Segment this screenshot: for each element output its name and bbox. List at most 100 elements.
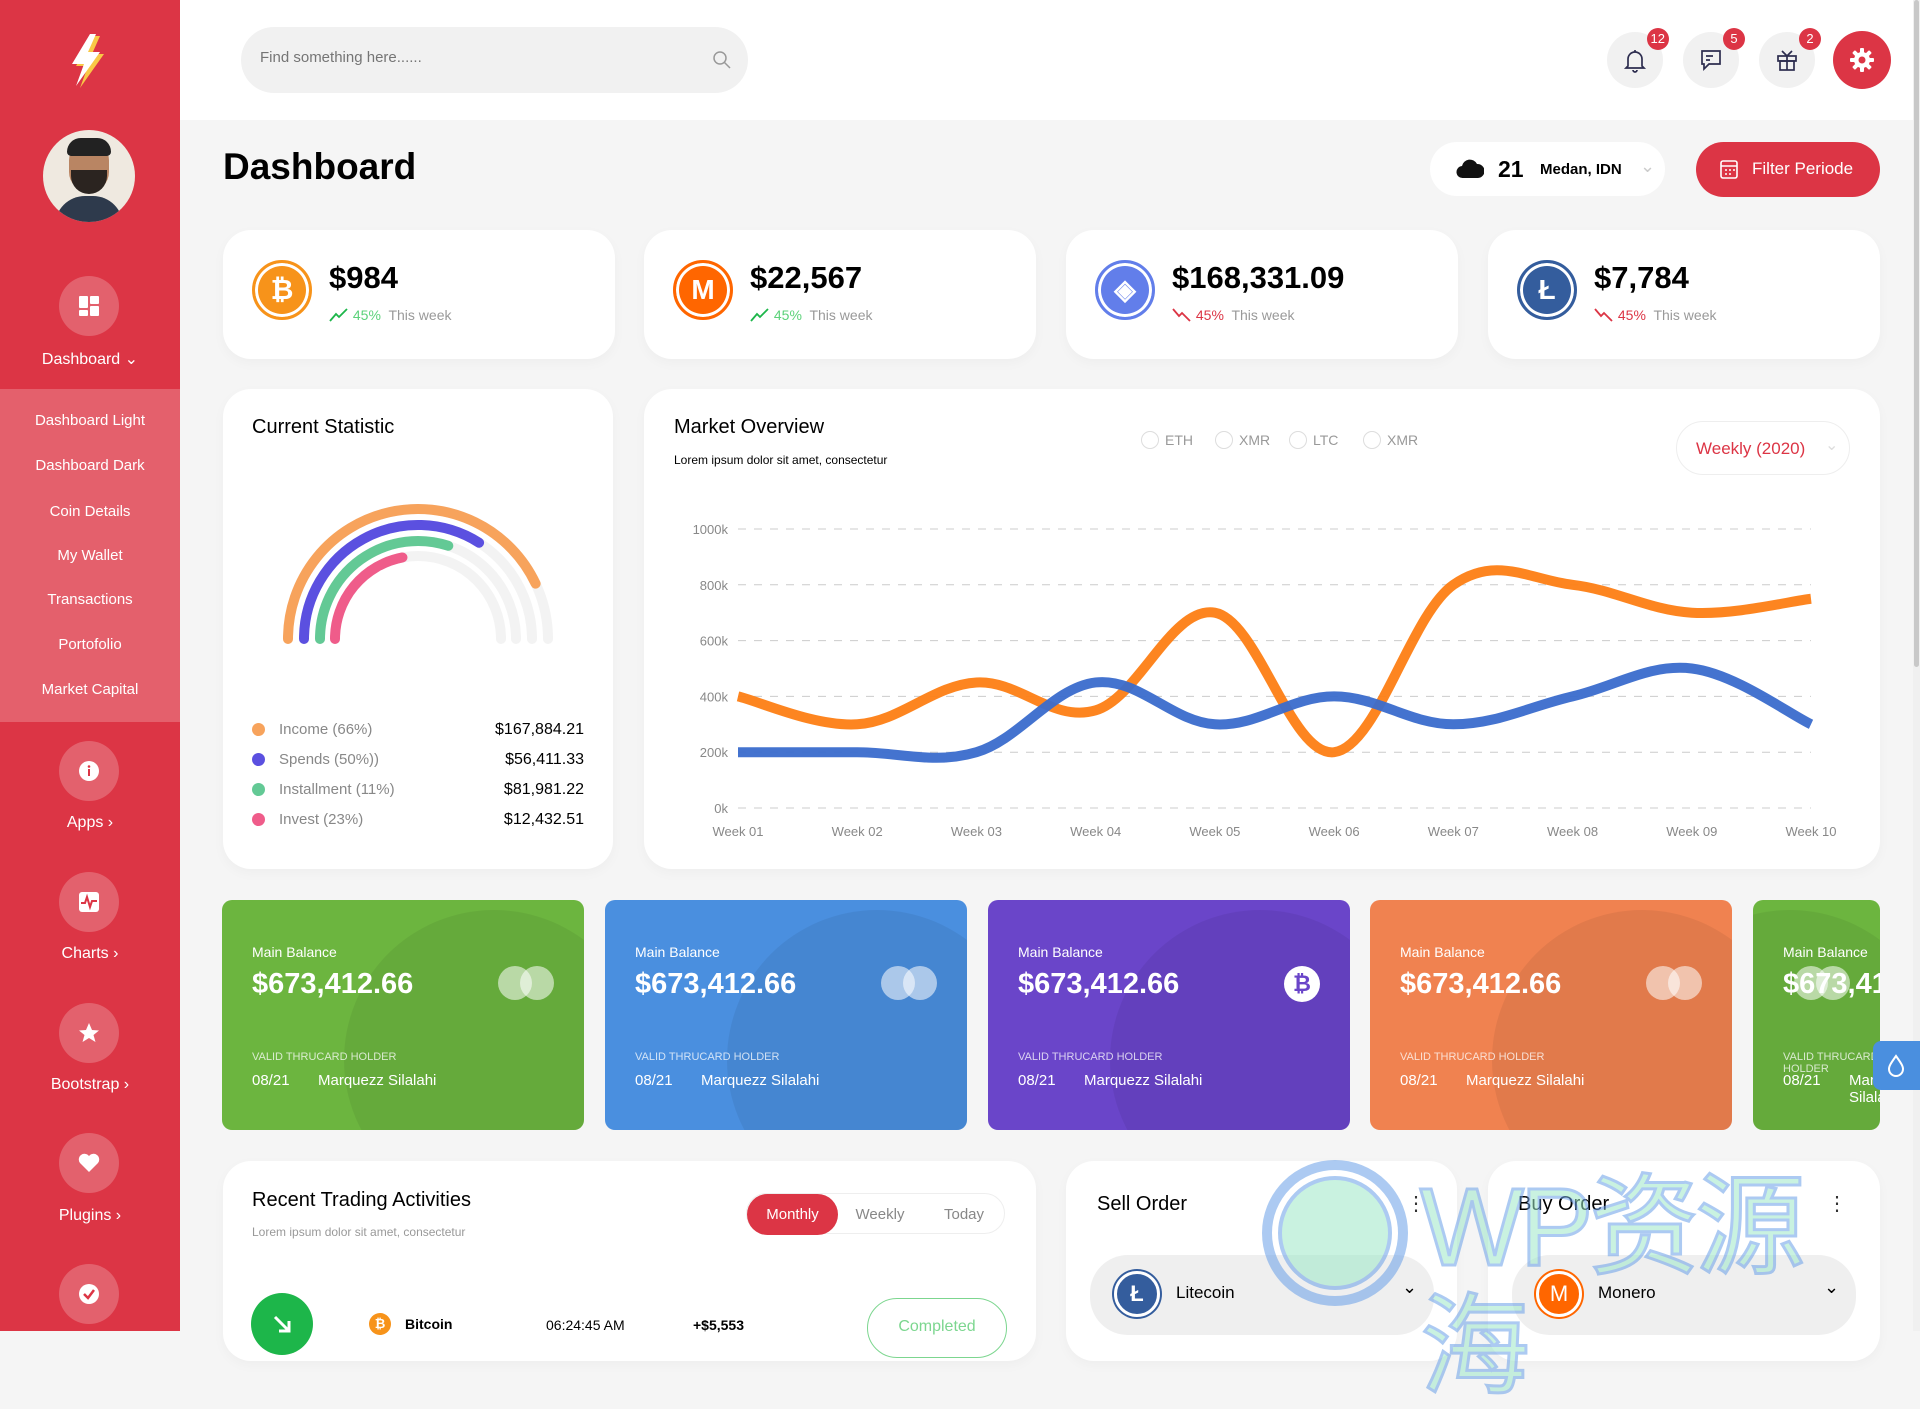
chevron-down-icon: ⌄ <box>1402 1277 1418 1297</box>
balance-card[interactable]: Main Balance$673,412.66VALID THRUCARD HO… <box>988 900 1350 1130</box>
weather-location: Medan, IDN <box>1540 161 1622 178</box>
gauge-track <box>330 551 506 644</box>
stat-amount: $22,567 <box>750 260 863 295</box>
tab-weekly[interactable]: Weekly <box>838 1194 922 1235</box>
card-holder: Marquezz Silalahi <box>1466 1072 1585 1089</box>
balance-label: Main Balance <box>1783 944 1868 960</box>
stat-change: 45% <box>1617 307 1646 323</box>
submenu-portofolio[interactable]: Portofolio <box>0 636 180 653</box>
card-valid: 08/21 <box>635 1072 673 1089</box>
trend-up-icon <box>329 308 348 322</box>
card-brand-icon <box>881 966 937 1000</box>
x-tick-label: Week 03 <box>951 824 1002 839</box>
sidebar-item-dashboard[interactable]: Dashboard ⌄ <box>0 349 180 369</box>
submenu-market-capital[interactable]: Market Capital <box>0 681 180 698</box>
search-input[interactable] <box>260 49 680 66</box>
chevron-right-icon: › <box>107 814 114 831</box>
messages-button[interactable]: 5 <box>1683 28 1745 88</box>
balance-amount: $673,412.66 <box>1400 968 1562 1000</box>
notifications-button[interactable]: 12 <box>1607 28 1669 88</box>
monero-icon: M <box>1536 1271 1582 1317</box>
stat-card[interactable]: ◈ $168,331.09 45% This week <box>1066 230 1458 359</box>
stat-card[interactable]: ₿ $984 45% This week <box>223 230 615 359</box>
y-tick-label: 0k <box>714 801 728 816</box>
monero-icon: M <box>673 260 733 320</box>
cloud-icon <box>1456 159 1484 179</box>
buy-coin-select[interactable]: M Monero ⌄ <box>1512 1255 1856 1335</box>
search-bar <box>241 27 748 93</box>
legend-value: $167,884.21 <box>495 721 584 738</box>
dashboard-icon[interactable] <box>59 276 119 336</box>
balance-card[interactable]: Main Balance$673,412.66VALID THRUCARD HO… <box>1370 900 1732 1130</box>
filter-periode-label: Filter Periode <box>1752 159 1854 178</box>
recent-trading-card: Recent Trading Activities Lorem ipsum do… <box>223 1161 1036 1361</box>
stat-change: 45% <box>773 307 802 323</box>
gifts-button[interactable]: 2 <box>1759 28 1821 88</box>
avatar[interactable] <box>43 130 135 222</box>
y-tick-label: 800k <box>700 578 729 593</box>
sidebar-item-bootstrap[interactable]: Bootstrap › <box>0 1076 180 1094</box>
chevron-right-icon: › <box>113 945 119 962</box>
sell-order-card: Sell Order ⋮ Ł Litecoin ⌄ <box>1066 1161 1457 1361</box>
balance-amount: $673,412.66 <box>252 968 414 1000</box>
stat-period: This week <box>809 307 873 323</box>
sell-arrow-icon <box>251 1293 313 1355</box>
holder-label: VALID THRUCARD HOLDER <box>635 1051 780 1063</box>
settings-button[interactable] <box>1833 31 1891 89</box>
status-completed-button[interactable]: Completed <box>867 1298 1007 1358</box>
chevron-right-icon: › <box>123 1076 130 1093</box>
gear-icon <box>1850 48 1874 72</box>
legend-dot <box>252 783 265 796</box>
submenu-dashboard-light[interactable]: Dashboard Light <box>0 412 180 429</box>
stat-amount: $168,331.09 <box>1172 260 1345 295</box>
submenu-coin-details[interactable]: Coin Details <box>0 503 180 520</box>
bitcoin-icon: ₿ <box>1284 966 1320 1002</box>
tab-today[interactable]: Today <box>922 1194 1006 1235</box>
heart-icon[interactable] <box>59 1133 119 1193</box>
legend-label: Installment (11%) <box>279 781 395 798</box>
legend-label: Spends (50%)) <box>279 751 380 768</box>
more-options-icon[interactable]: ⋮ <box>1827 1191 1847 1216</box>
stat-card[interactable]: Ł $7,784 45% This week <box>1488 230 1880 359</box>
dashboard-submenu: Dashboard Light Dashboard Dark Coin Deta… <box>0 389 180 722</box>
submenu-my-wallet[interactable]: My Wallet <box>0 547 180 564</box>
x-tick-label: Week 04 <box>1070 824 1121 839</box>
submenu-dashboard-dark[interactable]: Dashboard Dark <box>0 457 180 474</box>
filter-periode-button[interactable]: Filter Periode <box>1696 142 1880 197</box>
bitcoin-icon: ₿ <box>369 1313 391 1335</box>
x-tick-label: Week 09 <box>1666 824 1717 839</box>
weather-dropdown[interactable]: 21 Medan, IDN ⌄ <box>1430 142 1665 196</box>
logo-lightning-icon[interactable] <box>68 34 110 90</box>
legend-value: $56,411.33 <box>505 751 584 768</box>
trade-coin: Bitcoin <box>405 1316 453 1332</box>
statistic-legend-row: Income (66%) $167,884.21 <box>252 721 584 738</box>
x-tick-label: Week 10 <box>1785 824 1836 839</box>
scrollbar-track[interactable] <box>1913 0 1920 1331</box>
star-icon[interactable] <box>59 1003 119 1063</box>
info-icon[interactable] <box>59 741 119 801</box>
weather-temp: 21 <box>1498 156 1524 182</box>
tab-monthly[interactable]: Monthly <box>747 1194 838 1235</box>
theme-switch-button[interactable] <box>1873 1041 1920 1090</box>
search-icon[interactable] <box>712 50 732 70</box>
sidebar-item-apps[interactable]: Apps › <box>0 814 180 832</box>
holder-label: VALID THRUCARD HOLDER <box>1018 1051 1163 1063</box>
balance-card[interactable]: Main Balance$673,412.66VALID THRUCARD HO… <box>605 900 967 1130</box>
sell-coin-select[interactable]: Ł Litecoin ⌄ <box>1090 1255 1434 1335</box>
stat-period: This week <box>1653 307 1717 323</box>
stat-card[interactable]: M $22,567 45% This week <box>644 230 1036 359</box>
sidebar-item-plugins[interactable]: Plugins › <box>0 1207 180 1225</box>
gift-icon <box>1777 50 1797 71</box>
chart-icon[interactable] <box>59 872 119 932</box>
stat-change: 45% <box>1195 307 1224 323</box>
balance-card[interactable]: Main Balance$673,412.66VALID THRUCARD HO… <box>1753 900 1880 1130</box>
more-options-icon[interactable]: ⋮ <box>1406 1191 1426 1216</box>
legend-value: $12,432.51 <box>503 811 584 828</box>
sidebar-item-charts[interactable]: Charts › <box>0 945 180 963</box>
badge-check-icon[interactable] <box>59 1264 119 1324</box>
balance-card[interactable]: Main Balance$673,412.66VALID THRUCARD HO… <box>222 900 584 1130</box>
submenu-transactions[interactable]: Transactions <box>0 591 180 608</box>
litecoin-icon: Ł <box>1114 1271 1160 1317</box>
legend-dot <box>252 753 265 766</box>
page-title: Dashboard <box>223 146 417 187</box>
